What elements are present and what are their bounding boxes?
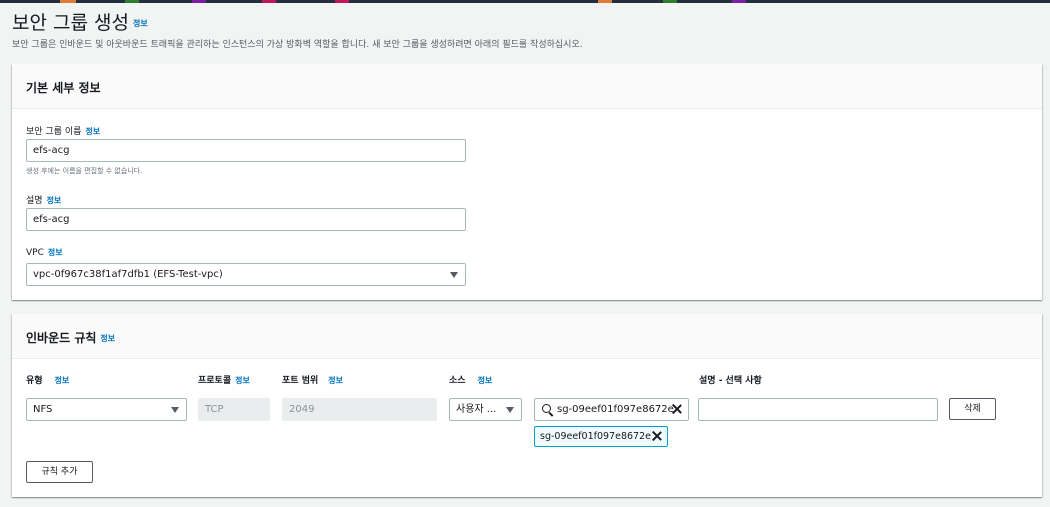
column-port-range: 포트 범위 정보 (282, 373, 343, 386)
description-label-text: 설명 (26, 196, 43, 206)
column-type-info-link[interactable]: 정보 (55, 376, 70, 385)
rule-source-search-value: sg-09eef01f097e8672e (557, 404, 674, 415)
basic-details-panel: 기본 세부 정보 보안 그룹 이름 정보 efs-acg 생성 후에는 이름을 편… (12, 64, 1042, 300)
rule-description-input[interactable] (698, 398, 938, 421)
caret-down-icon (450, 272, 458, 278)
page-info-link[interactable]: 정보 (133, 19, 148, 28)
rule-source-type-select[interactable]: 사용자 ... (449, 398, 522, 421)
column-type: 유형 정보 (26, 373, 69, 386)
basic-details-header: 기본 세부 정보 (12, 64, 1042, 109)
column-protocol-text: 프로토콜 (198, 376, 232, 386)
description-label: 설명 정보 (26, 193, 61, 206)
rule-source-search-input[interactable]: sg-09eef01f097e8672e (534, 398, 689, 421)
vpc-select[interactable]: vpc-0f967c38f1af7dfb1 (EFS-Test-vpc) (26, 263, 466, 286)
page-title: 보안 그룹 생성 정보 (12, 8, 148, 35)
inbound-rules-info-link[interactable]: 정보 (100, 334, 115, 343)
add-rule-button[interactable]: 규칙 추가 (26, 461, 93, 483)
vpc-label-text: VPC (26, 248, 44, 258)
security-group-name-label-text: 보안 그룹 이름 (26, 127, 82, 137)
inbound-rules-title-text: 인바운드 규칙 (26, 331, 97, 345)
security-group-name-input[interactable]: efs-acg (26, 139, 466, 162)
inbound-rules-panel: 인바운드 규칙 정보 유형 정보 프로토콜 정보 포트 범위 정보 소스 정보 설명 - … (12, 314, 1042, 497)
clear-search-icon[interactable] (672, 404, 682, 414)
column-source-text: 소스 (449, 376, 466, 386)
rule-source-type-value: 사용자 ... (456, 404, 497, 415)
delete-rule-button[interactable]: 삭제 (949, 398, 996, 420)
remove-token-icon[interactable] (652, 431, 662, 441)
caret-down-icon (171, 407, 179, 413)
source-token-label: sg-09eef01f097e8672e (540, 431, 651, 442)
page-title-text: 보안 그룹 생성 (12, 12, 129, 34)
rule-type-select[interactable]: NFS (26, 398, 187, 421)
column-source-info-link[interactable]: 정보 (478, 376, 493, 385)
vpc-select-value: vpc-0f967c38f1af7dfb1 (EFS-Test-vpc) (33, 269, 223, 280)
column-type-text: 유형 (26, 376, 43, 386)
column-protocol-info-link[interactable]: 정보 (235, 376, 250, 385)
source-security-group-token: sg-09eef01f097e8672e (534, 426, 668, 447)
security-group-name-hint: 생성 후에는 이름을 편집할 수 없습니다. (26, 167, 143, 175)
basic-details-title: 기본 세부 정보 (26, 81, 101, 95)
description-info-link[interactable]: 정보 (47, 196, 62, 205)
caret-down-icon (506, 407, 514, 413)
column-port-range-info-link[interactable]: 정보 (328, 376, 343, 385)
inbound-rules-header: 인바운드 규칙 정보 (12, 314, 1042, 359)
rule-port-range-field: 2049 (282, 398, 437, 421)
rule-protocol-field: TCP (198, 398, 270, 421)
vpc-label: VPC 정보 (26, 247, 63, 258)
column-description: 설명 - 선택 사항 (699, 376, 762, 386)
inbound-rules-title: 인바운드 규칙 정보 (26, 329, 115, 346)
column-source: 소스 정보 (449, 373, 492, 386)
security-group-name-label: 보안 그룹 이름 정보 (26, 124, 100, 137)
column-protocol: 프로토콜 정보 (198, 373, 250, 386)
description-input[interactable]: efs-acg (26, 208, 466, 231)
security-group-name-info-link[interactable]: 정보 (85, 127, 100, 136)
console-top-strip (0, 0, 1050, 3)
vpc-info-link[interactable]: 정보 (48, 248, 63, 257)
rule-type-value: NFS (33, 404, 53, 415)
column-port-range-text: 포트 범위 (282, 376, 319, 386)
search-icon (542, 404, 551, 413)
page-description: 보안 그룹은 인바운드 및 아웃바운드 트래픽을 관리하는 인스턴스의 가상 방… (12, 40, 583, 50)
